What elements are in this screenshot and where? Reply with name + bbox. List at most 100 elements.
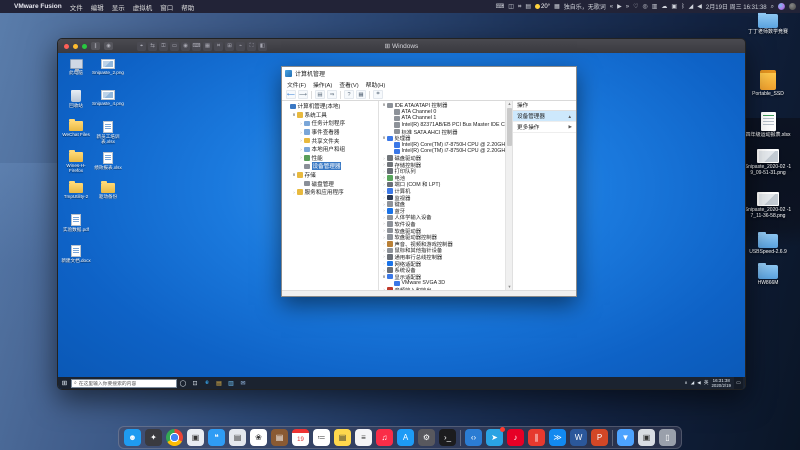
tree-item[interactable]: ∨存储 xyxy=(282,171,378,180)
spotlight-icon[interactable]: ⌕ xyxy=(771,4,774,10)
cortana-icon[interactable]: ◯ xyxy=(177,380,189,387)
windows-desktop-icon[interactable]: Snipaste_4.png xyxy=(92,90,124,106)
dock-calendar-icon[interactable]: 19 xyxy=(292,429,309,446)
dock-word-icon[interactable]: W xyxy=(570,429,587,446)
tree-item[interactable]: ›通用串行总线控制器 xyxy=(379,254,505,261)
vmware-menu-icon[interactable]: ▣ xyxy=(671,4,677,10)
tree-item[interactable]: VMware SVGA 3D xyxy=(379,280,505,287)
tree-item[interactable]: Intel(R) Core(TM) i7-8750H CPU @ 2.20GHz xyxy=(379,148,505,155)
network-tool-icon[interactable]: ⌁ xyxy=(236,42,245,51)
weather-widget[interactable]: 20° xyxy=(535,4,550,10)
network-tray-icon[interactable]: ◢ xyxy=(691,380,695,386)
cm-menu-3[interactable]: 帮助(H) xyxy=(366,80,386,89)
cm-menu-2[interactable]: 查看(V) xyxy=(339,80,358,89)
taskbar-clock[interactable]: 16:31:38 2020/2/19 xyxy=(711,378,731,388)
tree-item[interactable]: ›监视器 xyxy=(379,194,505,201)
windows-desktop-icon[interactable]: Wines-H-Firefox xyxy=(60,152,92,174)
dock-screenshot-stack-icon[interactable]: ▣ xyxy=(638,429,655,446)
tree-item[interactable]: ∨处理器 xyxy=(379,135,505,142)
tree-item[interactable]: ›服务和应用程序 xyxy=(282,188,378,197)
control-center-icon[interactable] xyxy=(789,3,796,10)
tree-item[interactable]: Intel(R) Core(TM) i7-8750H CPU @ 2.20GHz xyxy=(379,142,505,149)
tree-item[interactable]: ›事件查看器 xyxy=(282,128,378,137)
swap-tool-icon[interactable]: ⇆ xyxy=(148,42,157,51)
dock-music-icon[interactable]: ♫ xyxy=(376,429,393,446)
display-tool-icon[interactable]: ▭ xyxy=(170,42,179,51)
camera-tool-icon[interactable]: ◧ xyxy=(258,42,267,51)
console-tree-icon[interactable]: ▤ xyxy=(315,90,325,99)
tree-item[interactable]: ∨IDE ATA/ATAPI 控制器 xyxy=(379,102,505,109)
mac-desktop-icon[interactable]: Portable_SSD xyxy=(744,70,792,97)
heart-icon[interactable]: ♡ xyxy=(633,4,638,10)
tree-item[interactable]: ›本地用户和组 xyxy=(282,145,378,154)
windows-desktop-icon[interactable]: 新员工培训表.xlsx xyxy=(92,121,124,145)
minimize-window-button[interactable] xyxy=(73,44,78,49)
dock-telegram-icon[interactable]: ➤ xyxy=(486,429,503,446)
action-center-icon[interactable]: ▭ xyxy=(734,377,743,389)
cm-menu-1[interactable]: 操作(A) xyxy=(313,80,332,89)
lock-tool-icon[interactable]: ⚿ xyxy=(159,42,168,51)
vmware-titlebar[interactable]: ∥◉ ⌖⇆⚿▭◉⌨▦⌗⊞⌁⛶◧ ⊞ Windows xyxy=(58,39,745,53)
dock-preview-icon[interactable]: ▣ xyxy=(187,429,204,446)
tree-item[interactable]: ›磁盘驱动器 xyxy=(379,155,505,162)
dock-vscode-icon[interactable]: ‹› xyxy=(465,429,482,446)
tree-item[interactable]: ›计算机 xyxy=(379,188,505,195)
dock-powerpoint-icon[interactable]: P xyxy=(591,429,608,446)
tree-item[interactable]: ›电池 xyxy=(379,175,505,182)
windows-desktop-icon[interactable]: 实验数据.pdf xyxy=(60,214,92,232)
tree-item[interactable]: ›鼠标和其他指针设备 xyxy=(379,247,505,254)
dock-app-store-icon[interactable]: A xyxy=(397,429,414,446)
tree-item[interactable]: ›键盘 xyxy=(379,201,505,208)
siri-icon[interactable] xyxy=(778,3,785,10)
dock-chrome-icon[interactable] xyxy=(166,429,183,446)
dock-parallels-icon[interactable]: ∥ xyxy=(528,429,545,446)
forward-icon[interactable]: ⟶ xyxy=(298,90,308,99)
tree-item[interactable]: ATA Channel 1 xyxy=(379,115,505,122)
hidden-icons-chevron[interactable]: ∧ xyxy=(684,380,687,386)
tree-item[interactable]: 设备管理器 xyxy=(282,162,378,171)
mail-icon[interactable]: ✉ xyxy=(237,380,249,387)
fullscreen-tool-icon[interactable]: ⛶ xyxy=(247,42,256,51)
mac-desktop-icon[interactable]: USBSpeed-2.6.9 xyxy=(744,234,792,255)
cm-scrollbar[interactable]: ▲ ▼ xyxy=(505,101,512,290)
tree-item[interactable]: ›任务计划程序 xyxy=(282,119,378,128)
back-icon[interactable]: ⟵ xyxy=(286,90,296,99)
close-window-button[interactable] xyxy=(64,44,69,49)
scan-icon[interactable]: ▦ xyxy=(356,90,366,99)
keyboard-brightness-icon[interactable]: ⌨ xyxy=(496,4,505,10)
dock-textedit-icon[interactable]: ≡ xyxy=(355,429,372,446)
cm-titlebar[interactable]: 计算机管理 xyxy=(282,67,576,80)
tree-item[interactable]: ›人体学输入设备 xyxy=(379,214,505,221)
help-icon[interactable]: ? xyxy=(344,90,354,99)
tree-item[interactable]: ∨显示适配器 xyxy=(379,273,505,280)
dock-mail-icon[interactable]: ▤ xyxy=(229,429,246,446)
tree-item[interactable]: ATA Channel 0 xyxy=(379,109,505,116)
tree-item[interactable]: ›软盘驱动器控制器 xyxy=(379,234,505,241)
settings-tool-icon[interactable]: ⌖ xyxy=(137,42,146,51)
properties-icon[interactable]: ⌗ xyxy=(373,90,383,99)
display-mirror-icon[interactable]: ◫ xyxy=(508,4,514,10)
next-track-icon[interactable]: » xyxy=(626,4,629,10)
file-explorer-icon[interactable]: ▤ xyxy=(213,380,225,387)
notes-widget-icon[interactable]: ▦ xyxy=(554,4,560,10)
dock-trash-icon[interactable]: ▯ xyxy=(659,429,676,446)
windows-desktop-icon[interactable]: 驱动备份 xyxy=(92,183,124,199)
app-name[interactable]: VMware Fusion xyxy=(14,3,62,10)
previous-track-icon[interactable]: « xyxy=(610,4,613,10)
grid-widget-icon[interactable]: ⌗ xyxy=(518,4,521,10)
pause-vm-button[interactable]: ∥ xyxy=(91,42,100,50)
tree-item[interactable]: ›性能 xyxy=(282,154,378,163)
menubar-menu-4[interactable]: 窗口 xyxy=(160,2,173,12)
volume-tray-icon[interactable]: ◀ xyxy=(697,380,701,386)
dock-launchpad-icon[interactable]: ✦ xyxy=(145,429,162,446)
keyboard-tool-icon[interactable]: ⌨ xyxy=(192,42,201,51)
tree-item[interactable]: ›系统设备 xyxy=(379,267,505,274)
dock-reminders-icon[interactable]: ≔ xyxy=(313,429,330,446)
dock-photos-icon[interactable]: ❀ xyxy=(250,429,267,446)
tree-item[interactable]: 标准 SATA AHCI 控制器 xyxy=(379,128,505,135)
menubar-menu-5[interactable]: 帮助 xyxy=(181,2,194,12)
tree-item[interactable]: ›端口 (COM 和 LPT) xyxy=(379,181,505,188)
tree-item[interactable]: ›存储控制器 xyxy=(379,161,505,168)
mac-desktop-icon[interactable]: Snipaste_2020-02 -17_11-36-58.png xyxy=(744,192,792,219)
menubar-menu-3[interactable]: 虚拟机 xyxy=(133,2,153,12)
